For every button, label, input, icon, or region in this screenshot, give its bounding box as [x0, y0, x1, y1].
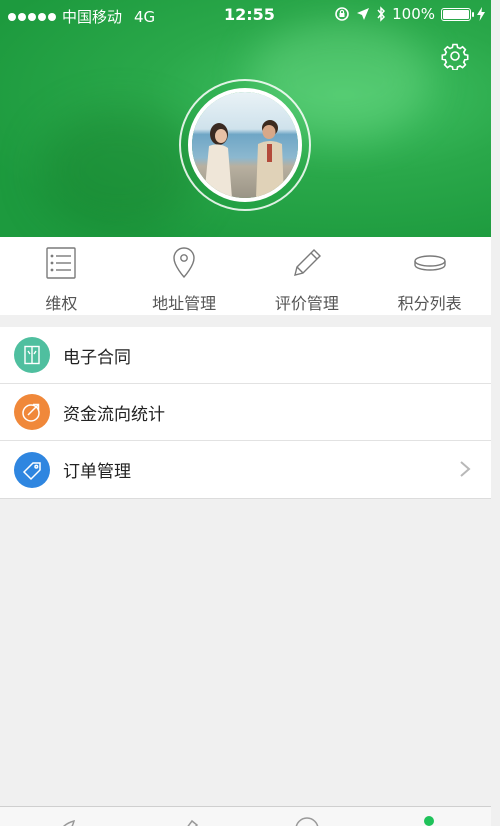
- quick-nav-label: 地址管理: [152, 294, 217, 313]
- location-pin-icon: [173, 247, 195, 279]
- list-icon: [46, 247, 77, 279]
- quick-nav-reviews[interactable]: 评价管理: [246, 237, 369, 315]
- battery-percent: 100%: [392, 5, 435, 23]
- chart-icon: [14, 394, 50, 430]
- quick-nav-label: 积分列表: [397, 294, 462, 313]
- quick-nav-address[interactable]: 地址管理: [123, 237, 246, 315]
- bluetooth-icon: [377, 6, 386, 22]
- menu-item-label: 资金流向统计: [63, 404, 165, 425]
- quick-nav-label: 评价管理: [274, 294, 339, 313]
- profile-header: 中国移动 4G 12:55 100%: [0, 0, 491, 237]
- carrier-name: 中国移动: [62, 8, 123, 26]
- profile-photo: [192, 92, 298, 198]
- menu-list: 电子合同 资金流向统计 订单管理: [0, 327, 491, 499]
- menu-item-orders[interactable]: 订单管理: [0, 441, 491, 499]
- network-type: 4G: [134, 7, 156, 26]
- menu-item-contract[interactable]: 电子合同: [0, 327, 491, 384]
- gear-icon[interactable]: [441, 42, 469, 70]
- avatar[interactable]: [188, 88, 302, 202]
- chevron-right-icon: [460, 461, 471, 477]
- tab-bar: [0, 806, 491, 826]
- menu-item-label: 电子合同: [63, 347, 131, 368]
- menu-item-fund-flow[interactable]: 资金流向统计: [0, 384, 491, 441]
- pencil-icon: [293, 249, 321, 276]
- quick-nav-points[interactable]: 积分列表: [368, 237, 491, 315]
- quick-nav-label: 维权: [45, 294, 78, 313]
- tag-icon: [14, 451, 50, 488]
- battery-icon: [441, 7, 474, 21]
- rotation-lock-icon: [335, 7, 349, 21]
- contract-icon: [14, 337, 50, 373]
- status-right: 100%: [334, 5, 485, 23]
- profile-icon[interactable]: [414, 815, 444, 826]
- leaf-icon[interactable]: [50, 815, 80, 826]
- charging-icon: [477, 7, 485, 21]
- header-shade: [40, 110, 200, 230]
- quick-nav: 维权 地址管理 评价管理 积分列表: [0, 237, 491, 315]
- status-time: 12:55: [224, 5, 275, 24]
- chat-icon[interactable]: [292, 815, 322, 826]
- signal-strength-icon: [8, 12, 56, 21]
- coin-icon: [413, 255, 446, 271]
- feather-icon[interactable]: [172, 815, 202, 826]
- menu-item-label: 订单管理: [63, 462, 131, 482]
- quick-nav-rights[interactable]: 维权: [0, 237, 123, 315]
- status-left: 中国移动 4G: [8, 6, 155, 27]
- status-bar: 中国移动 4G 12:55 100%: [0, 0, 491, 30]
- location-arrow-icon: [357, 8, 370, 20]
